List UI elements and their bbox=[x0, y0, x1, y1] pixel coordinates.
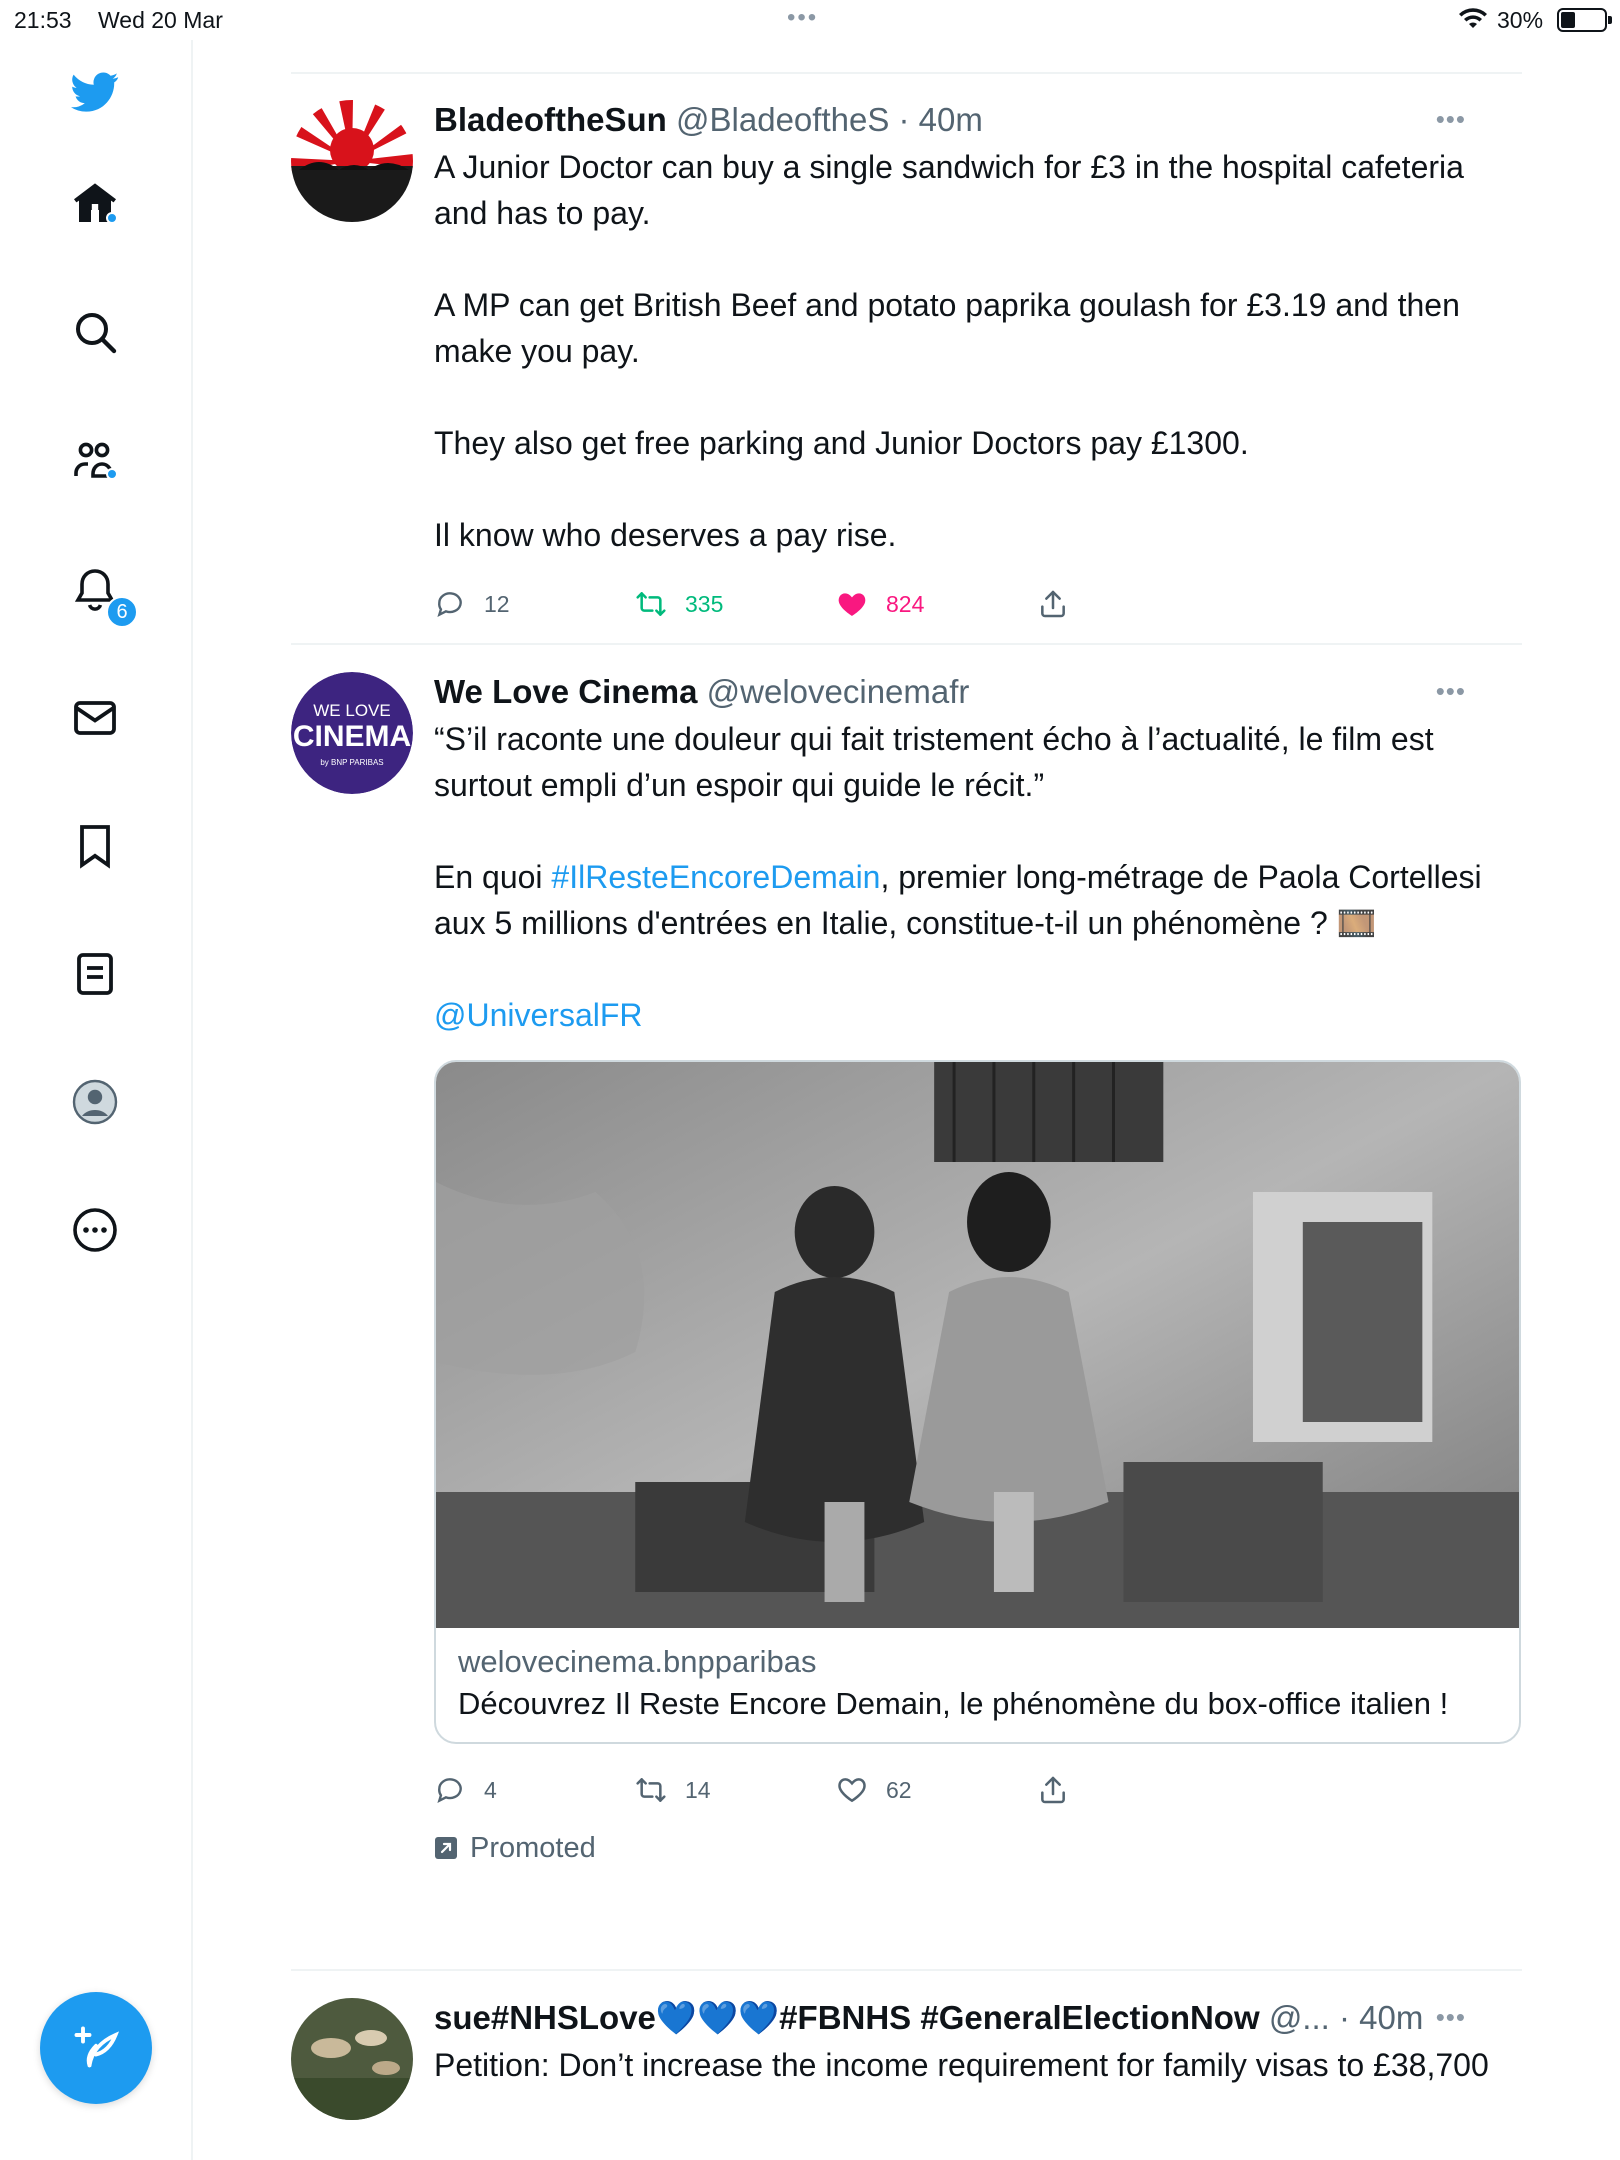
card-domain: welovecinema.bnpparibas bbox=[458, 1644, 817, 1679]
battery-icon bbox=[1557, 8, 1612, 32]
sidebar-item-profile[interactable] bbox=[63, 1070, 127, 1134]
reply-icon bbox=[437, 592, 462, 617]
author-name[interactable]: BladeoftheSun bbox=[434, 101, 667, 138]
tweet-actions: 12 335 824 bbox=[434, 582, 1494, 626]
tweet-paragraph: “S’il raconte une douleur qui fait trist… bbox=[434, 721, 1434, 803]
card-title: Découvrez Il Reste Encore Demain, le phé… bbox=[458, 1686, 1449, 1721]
feed-divider bbox=[291, 643, 1522, 645]
tweet-paragraph: A MP can get British Beef and potato pap… bbox=[434, 287, 1460, 369]
share-button[interactable] bbox=[1037, 582, 1069, 626]
status-date: Wed 20 Mar bbox=[98, 7, 223, 33]
tweet-more-icon[interactable]: ••• bbox=[1436, 676, 1466, 707]
retweet-count: 335 bbox=[685, 590, 724, 617]
promoted-label: Promoted bbox=[434, 1828, 1494, 1868]
promoted-text: Promoted bbox=[470, 1831, 596, 1864]
feed-divider bbox=[291, 1969, 1522, 1971]
bookmarks-icon bbox=[80, 825, 110, 869]
like-count: 824 bbox=[886, 590, 925, 617]
author-handle[interactable]: @... bbox=[1269, 1999, 1330, 2036]
link-card[interactable]: welovecinema.bnpparibas Découvrez Il Res… bbox=[434, 1060, 1521, 1744]
feed-divider bbox=[291, 72, 1522, 74]
avatar[interactable]: WE LOVE CINEMA by BNP PARIBAS bbox=[291, 672, 413, 794]
heart-filled-icon bbox=[838, 593, 866, 616]
retweet-icon bbox=[636, 1778, 666, 1802]
more-icon bbox=[73, 1208, 117, 1252]
reply-count: 12 bbox=[484, 590, 510, 617]
profile-icon bbox=[72, 1079, 118, 1125]
retweet-count: 14 bbox=[685, 1776, 711, 1803]
wifi-icon bbox=[1459, 8, 1487, 28]
share-icon bbox=[1041, 590, 1065, 618]
tweet-paragraph: En quoi #IlResteEncoreDemain, premier lo… bbox=[434, 854, 1494, 946]
avatar[interactable] bbox=[291, 100, 413, 222]
tweet-more-icon[interactable]: ••• bbox=[1436, 104, 1466, 135]
sidebar-item-search[interactable] bbox=[63, 300, 127, 364]
separator: · bbox=[1339, 1999, 1350, 2036]
tweet-paragraph: They also get free parking and Junior Do… bbox=[434, 425, 1249, 461]
communities-unread-dot bbox=[106, 468, 118, 480]
battery-percent: 30% bbox=[1497, 7, 1544, 33]
reply-count: 4 bbox=[484, 1776, 497, 1803]
status-bar: 21:53 Wed 20 Mar ••• 30% bbox=[0, 0, 1620, 40]
lists-icon bbox=[77, 953, 113, 995]
mention-link[interactable]: @UniversalFR bbox=[434, 997, 643, 1033]
avatar-text: by BNP PARIBAS bbox=[320, 758, 383, 767]
tweet-paragraph: A Junior Doctor can buy a single sandwic… bbox=[434, 149, 1464, 231]
notifications-badge: 6 bbox=[106, 596, 138, 628]
multitasking-dots-icon[interactable]: ••• bbox=[787, 4, 818, 32]
sidebar-item-bookmarks[interactable] bbox=[63, 814, 127, 878]
compose-tweet-icon bbox=[74, 2026, 120, 2068]
avatar-text: CINEMA bbox=[293, 720, 411, 753]
sidebar-item-messages[interactable] bbox=[63, 686, 127, 750]
tweet-time[interactable]: 40m bbox=[1359, 1999, 1423, 2036]
tweet-paragraph: Il know who deserves a pay rise. bbox=[434, 517, 897, 553]
compose-tweet-button[interactable] bbox=[40, 1992, 152, 2104]
tweet-text: A Junior Doctor can buy a single sandwic… bbox=[434, 144, 1494, 558]
tweet-text-segment: En quoi bbox=[434, 859, 552, 895]
status-time: 21:53 bbox=[14, 7, 72, 33]
card-image bbox=[436, 1062, 1519, 1628]
heart-icon bbox=[838, 1778, 866, 1803]
author-name[interactable]: sue#NHSLove💙💙💙#FBNHS #GeneralElectionNow bbox=[434, 1999, 1260, 2036]
like-count: 62 bbox=[886, 1776, 912, 1803]
messages-icon bbox=[74, 701, 116, 735]
promoted-icon bbox=[435, 1837, 457, 1859]
separator: · bbox=[898, 101, 910, 138]
avatar-text: WE LOVE bbox=[313, 701, 390, 720]
sidebar-item-home[interactable] bbox=[63, 172, 127, 236]
retweet-icon bbox=[636, 592, 666, 616]
tweet-text: Petition: Don’t increase the income requ… bbox=[434, 2042, 1494, 2088]
tweet-time[interactable]: 40m bbox=[919, 101, 983, 138]
sidebar-item-lists[interactable] bbox=[63, 942, 127, 1006]
home-unread-dot bbox=[106, 212, 118, 224]
sidebar: 6 bbox=[0, 40, 193, 2160]
tweet-more-icon[interactable]: ••• bbox=[1436, 2002, 1466, 2033]
tweet-text: “S’il raconte une douleur qui fait trist… bbox=[434, 716, 1494, 1038]
tweet-header: BladeoftheSun @BladeoftheS · 40m bbox=[434, 100, 1494, 140]
sidebar-item-more[interactable] bbox=[63, 1198, 127, 1262]
reply-button[interactable]: 12 bbox=[434, 582, 510, 626]
hashtag-link[interactable]: #IlResteEncoreDemain bbox=[551, 859, 880, 895]
reply-button[interactable]: 4 bbox=[434, 1768, 497, 1812]
author-handle[interactable]: @BladeoftheS bbox=[676, 101, 889, 138]
author-name[interactable]: We Love Cinema bbox=[434, 673, 697, 710]
author-handle[interactable]: @welovecinemafr bbox=[707, 673, 970, 710]
tweet-header: sue#NHSLove💙💙💙#FBNHS #GeneralElectionNow… bbox=[434, 1998, 1494, 2038]
sidebar-item-communities[interactable] bbox=[63, 428, 127, 492]
like-button[interactable]: 824 bbox=[836, 582, 924, 626]
like-button[interactable]: 62 bbox=[836, 1768, 912, 1812]
retweet-button[interactable]: 14 bbox=[635, 1768, 711, 1812]
tweet-actions: 4 14 62 bbox=[434, 1768, 1494, 1812]
twitter-logo-icon[interactable] bbox=[63, 60, 127, 124]
tweet-paragraph: Petition: Don’t increase the income requ… bbox=[434, 2047, 1489, 2083]
share-button[interactable] bbox=[1037, 1768, 1069, 1812]
search-icon bbox=[76, 313, 117, 354]
avatar[interactable] bbox=[291, 1998, 413, 2120]
reply-icon bbox=[437, 1778, 462, 1803]
tweet-header: We Love Cinema @welovecinemafr bbox=[434, 672, 1494, 712]
share-icon bbox=[1041, 1776, 1065, 1804]
retweet-button[interactable]: 335 bbox=[635, 582, 723, 626]
